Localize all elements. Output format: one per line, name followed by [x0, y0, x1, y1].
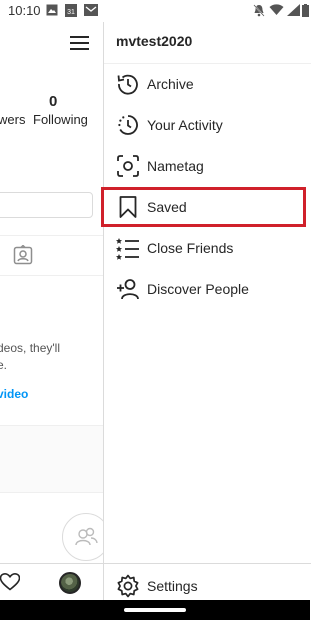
suggestions-area [0, 425, 103, 493]
drawer-item-label: Archive [147, 76, 194, 92]
bottom-navigation [0, 563, 103, 600]
drawer-item-label: Nametag [147, 158, 204, 174]
discover-people-button[interactable] [62, 513, 103, 561]
profile-background: 0 wers Following deos, they'll e. video [0, 22, 103, 600]
signal-icon [287, 4, 300, 16]
status-time: 10:10 [8, 3, 41, 18]
menu-icon[interactable] [70, 35, 89, 51]
close-friends-icon [116, 238, 139, 260]
profile-avatar[interactable] [59, 572, 81, 594]
svg-text:31: 31 [67, 9, 75, 16]
empty-text-line: e. [0, 358, 8, 372]
empty-text-line: deos, they'll [0, 341, 60, 355]
wifi-icon [269, 4, 284, 15]
home-gesture-handle[interactable] [124, 608, 186, 612]
drawer-item-nametag[interactable]: Nametag [104, 146, 311, 186]
nametag-icon [117, 155, 139, 177]
following-label[interactable]: Following [33, 112, 88, 127]
divider [0, 275, 103, 276]
highlight-box [101, 187, 306, 227]
bell-off-icon [253, 4, 265, 17]
edit-profile-button[interactable] [0, 192, 93, 218]
drawer-item-label: Close Friends [147, 240, 234, 256]
drawer-item-label: Discover People [147, 281, 249, 297]
drawer-username: mvtest2020 [116, 33, 193, 49]
calendar-icon: 31 [65, 4, 77, 17]
drawer-item-close-friends[interactable]: Close Friends [104, 228, 311, 268]
following-count[interactable]: 0 [49, 93, 57, 110]
battery-icon [302, 4, 309, 17]
empty-state-text: deos, they'll e. [0, 340, 60, 374]
status-bar: 10:10 31 [0, 0, 310, 22]
heart-icon[interactable] [0, 573, 20, 591]
drawer-item-archive[interactable]: Archive [104, 64, 311, 104]
drawer-item-discover-people[interactable]: Discover People [104, 269, 311, 309]
followers-label[interactable]: wers [0, 112, 25, 127]
divider [0, 235, 103, 236]
mail-icon [84, 4, 98, 16]
image-icon [46, 4, 58, 16]
drawer-item-your-activity[interactable]: Your Activity [104, 105, 311, 145]
empty-state-link[interactable]: video [0, 387, 28, 401]
people-icon [75, 527, 98, 546]
side-drawer: mvtest2020 Archive Your Activity Nametag… [101, 22, 311, 600]
divider [104, 563, 311, 564]
drawer-item-saved[interactable]: Saved [101, 187, 311, 227]
archive-icon [117, 74, 138, 95]
drawer-item-label: Your Activity [147, 117, 223, 133]
tagged-photos-icon[interactable] [13, 245, 33, 265]
add-person-icon [117, 279, 139, 300]
drawer-item-label: Settings [147, 578, 198, 594]
gear-icon [117, 574, 139, 598]
activity-icon [118, 115, 138, 135]
